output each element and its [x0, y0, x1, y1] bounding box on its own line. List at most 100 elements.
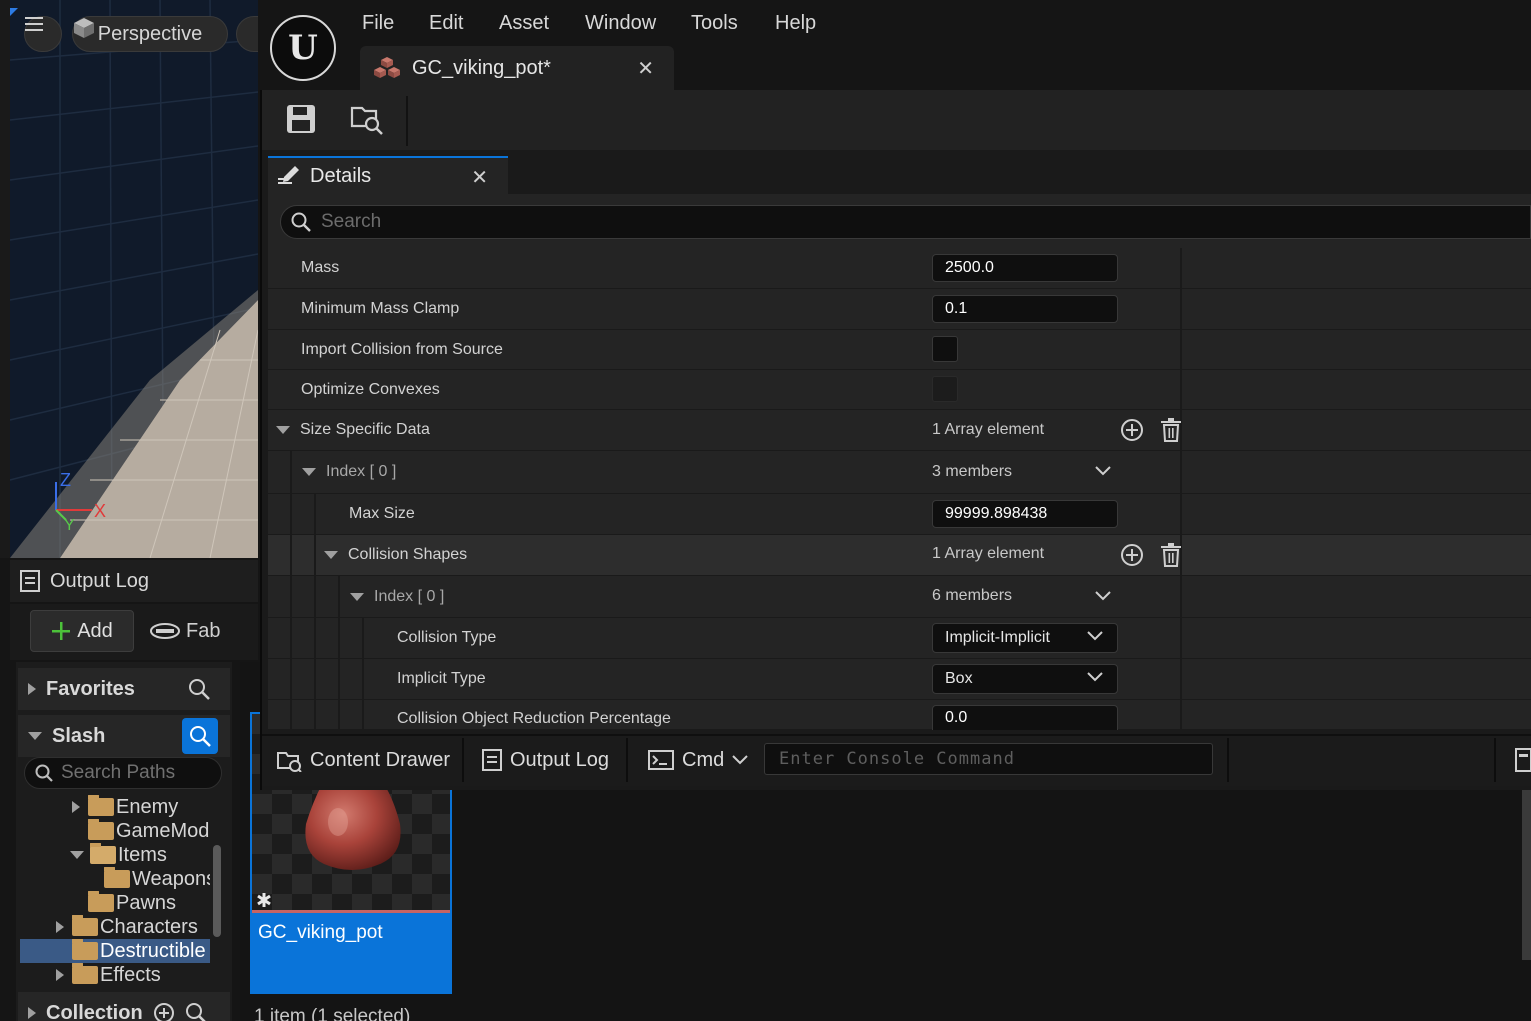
details-search-input[interactable]: Search: [280, 205, 1531, 239]
search-paths-input[interactable]: Search Paths: [24, 757, 222, 789]
reduction-percentage-input[interactable]: 0.0: [932, 705, 1118, 730]
chevron-down-icon[interactable]: [1095, 591, 1111, 601]
folder-gamemode[interactable]: GameMode: [88, 819, 210, 843]
folder-label: Items: [118, 843, 167, 866]
menu-asset[interactable]: Asset: [499, 12, 549, 35]
level-viewport[interactable]: Z X Y Perspective: [0, 0, 258, 558]
unreal-logo-icon: U: [270, 15, 336, 81]
content-drawer-button[interactable]: Content Drawer: [262, 736, 464, 784]
property-label-group: Collision Shapes: [324, 535, 467, 575]
folder-weapons[interactable]: Weapons: [104, 867, 210, 891]
browse-to-asset-icon[interactable]: [350, 102, 384, 136]
property-row-min-mass-clamp: Minimum Mass Clamp: [268, 289, 1531, 330]
folder-label: Enemy: [116, 795, 179, 818]
folder-label: Weapons: [132, 867, 210, 890]
search-icon: [291, 212, 311, 232]
add-circle-icon[interactable]: [153, 1002, 175, 1021]
cmd-dropdown-button[interactable]: Cmd: [634, 736, 762, 784]
property-label: Optimize Convexes: [301, 380, 440, 398]
collapse-arrow-icon[interactable]: [302, 468, 316, 476]
property-row-mass: Mass: [268, 248, 1531, 289]
log-icon: [482, 749, 502, 771]
expand-arrow-icon: [28, 1007, 36, 1019]
output-log-button[interactable]: Output Log: [468, 736, 623, 784]
asset-count-status: 1 item (1 selected): [254, 1006, 411, 1021]
empty-array-button[interactable]: [1158, 417, 1184, 443]
details-search-placeholder: Search: [321, 211, 382, 232]
fab-button[interactable]: Fab: [150, 610, 250, 652]
add-circle-icon: [1121, 419, 1143, 441]
property-row-size-specific-data[interactable]: Size Specific Data: [268, 410, 1531, 451]
folder-effects[interactable]: Effects: [56, 963, 212, 987]
fab-icon: [150, 623, 180, 639]
search-icon[interactable]: [185, 1002, 207, 1021]
property-row-shape-index-0[interactable]: Index [ 0 ]: [268, 576, 1531, 618]
close-icon[interactable]: ✕: [471, 165, 488, 190]
folder-open-icon: [90, 843, 116, 864]
folder-label: Effects: [100, 963, 161, 986]
document-tab[interactable]: GC_viking_pot* ✕: [360, 46, 674, 90]
close-icon[interactable]: ✕: [637, 56, 654, 81]
empty-array-button[interactable]: [1158, 542, 1184, 568]
source-control-icon[interactable]: [1514, 748, 1531, 772]
folder-characters[interactable]: Characters: [56, 915, 212, 939]
collision-type-dropdown[interactable]: Implicit-Implicit: [932, 623, 1118, 653]
output-log-label: Output Log: [50, 569, 149, 592]
expand-arrow-icon: [56, 969, 64, 981]
chevron-down-icon[interactable]: [1095, 466, 1111, 476]
menu-tools[interactable]: Tools: [691, 12, 738, 35]
folder-enemy[interactable]: Enemy: [72, 795, 212, 819]
view-mode-label: Perspective: [97, 22, 203, 45]
gizmo-z-label: Z: [60, 470, 71, 490]
property-row-size-index-0[interactable]: Index [ 0 ]: [268, 451, 1531, 494]
search-icon[interactable]: [188, 678, 210, 700]
status-bar-separator: [1494, 738, 1496, 782]
viewport-menu-button[interactable]: [24, 16, 62, 52]
asset-scrollbar[interactable]: [1522, 790, 1531, 960]
folder-pawns[interactable]: Pawns: [88, 891, 210, 915]
menu-file[interactable]: File: [362, 12, 394, 35]
collapse-arrow-icon[interactable]: [276, 426, 290, 434]
collapse-arrow-icon[interactable]: [324, 551, 338, 559]
menu-help[interactable]: Help: [775, 12, 816, 35]
search-toggle-button[interactable]: [182, 718, 218, 754]
terminal-icon: [648, 750, 674, 770]
favorites-section-header[interactable]: Favorites: [18, 668, 230, 710]
folder-destructible[interactable]: Destructible: [72, 939, 212, 963]
property-row-implicit-type: Implicit Type: [268, 659, 1531, 700]
property-row-collision-shapes[interactable]: Collision Shapes: [268, 535, 1531, 576]
folder-items[interactable]: Items: [70, 843, 212, 867]
collapse-arrow-icon: [28, 732, 42, 740]
collections-section-header[interactable]: Collection: [18, 992, 230, 1021]
folder-icon: [88, 819, 114, 840]
add-element-button[interactable]: [1119, 542, 1145, 568]
property-label-group: Index [ 0 ]: [302, 451, 396, 493]
size-index-0-members: 3 members: [932, 463, 1013, 480]
content-drawer-icon: [277, 752, 302, 772]
menu-window[interactable]: Window: [585, 12, 656, 35]
viewport-scene: Z X Y: [0, 0, 258, 558]
favorites-label: Favorites: [46, 677, 135, 700]
tree-scrollbar[interactable]: [213, 845, 221, 937]
output-log-tab[interactable]: Output Log: [10, 560, 258, 602]
cmd-label: Cmd: [682, 748, 725, 771]
details-tab[interactable]: Details ✕: [268, 156, 508, 194]
output-log-label: Output Log: [510, 748, 609, 771]
add-label: Add: [77, 619, 113, 642]
search-paths-placeholder: Search Paths: [61, 762, 176, 783]
console-command-input[interactable]: Enter Console Command: [764, 743, 1213, 775]
min-mass-clamp-input[interactable]: 0.1: [932, 295, 1118, 323]
menu-edit[interactable]: Edit: [429, 12, 463, 35]
mass-input[interactable]: 2500.0: [932, 254, 1118, 282]
save-icon[interactable]: [286, 104, 316, 134]
optimize-convexes-checkbox[interactable]: [932, 376, 958, 402]
implicit-type-dropdown[interactable]: Box: [932, 664, 1118, 694]
add-element-button[interactable]: [1119, 417, 1145, 443]
add-button[interactable]: Add: [30, 610, 134, 652]
max-size-input[interactable]: 99999.898438: [932, 500, 1118, 528]
collapse-arrow-icon[interactable]: [350, 592, 364, 601]
import-collision-checkbox[interactable]: [932, 336, 958, 362]
view-mode-button[interactable]: Perspective: [72, 16, 228, 52]
details-pencil-icon: [278, 166, 299, 184]
property-label: Minimum Mass Clamp: [301, 300, 460, 317]
